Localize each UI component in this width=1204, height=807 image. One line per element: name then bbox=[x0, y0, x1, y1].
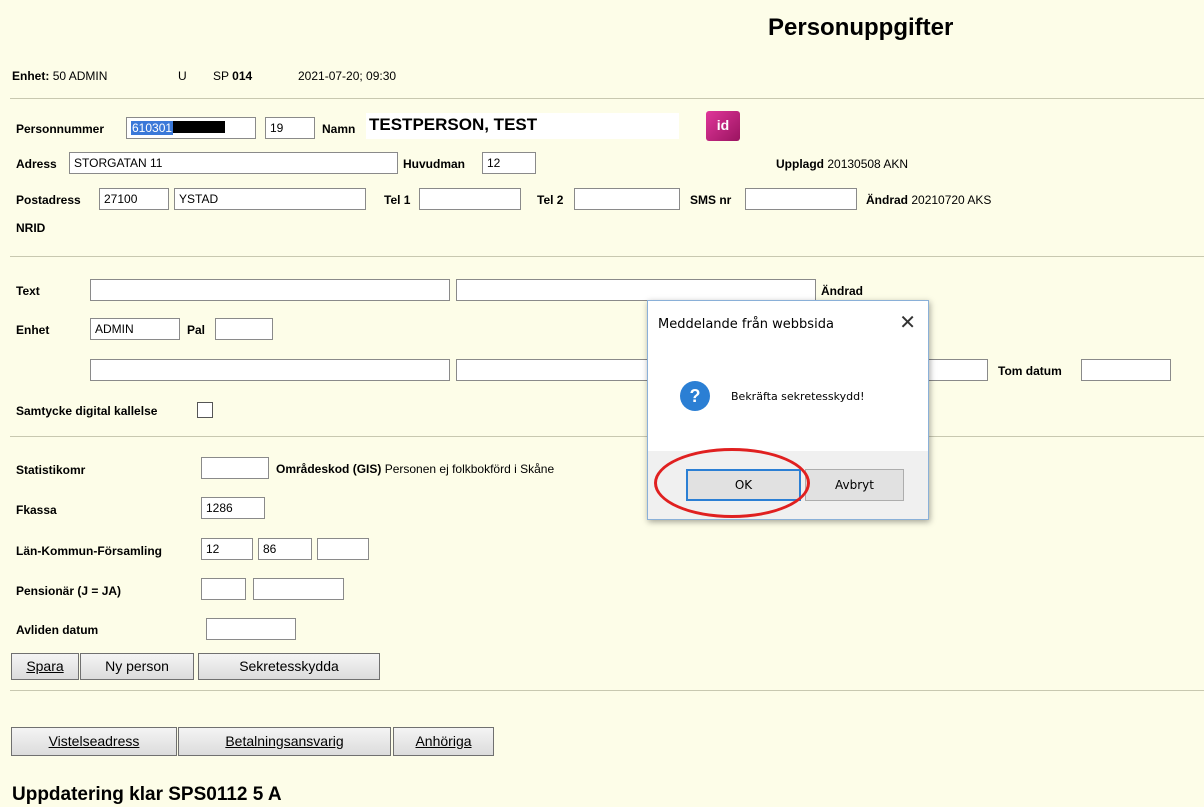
century-field[interactable]: 19 bbox=[265, 117, 315, 139]
ny-person-button[interactable]: Ny person bbox=[80, 653, 194, 680]
ort-field[interactable]: YSTAD bbox=[174, 188, 366, 210]
tel2-label: Tel 2 bbox=[537, 193, 564, 207]
personnummer-label: Personnummer bbox=[16, 122, 105, 136]
personnummer-value: 610301 bbox=[131, 121, 174, 135]
internt-field-1[interactable] bbox=[90, 359, 450, 381]
status-message: Uppdatering klar SPS0112 5 A bbox=[12, 784, 282, 805]
adress-field[interactable]: STORGATAN 11 bbox=[69, 152, 398, 174]
huvudman-label: Huvudman bbox=[403, 157, 466, 171]
andrad-value: 20210720 AKS bbox=[911, 193, 992, 207]
tel1-label: Tel 1 bbox=[384, 193, 411, 207]
namn-value: TESTPERSON, TEST bbox=[369, 115, 538, 134]
sp-value: 014 bbox=[232, 69, 253, 83]
spara-button[interactable]: Spara bbox=[11, 653, 79, 680]
anhoriga-button[interactable]: Anhöriga bbox=[393, 727, 494, 756]
pal-field[interactable] bbox=[215, 318, 273, 340]
notes-andrad-label: Ändrad bbox=[821, 284, 863, 298]
text-label: Text bbox=[16, 284, 40, 298]
sms-field[interactable] bbox=[745, 188, 857, 210]
spara-label: Spara bbox=[26, 658, 64, 674]
andrad-label: Ändrad bbox=[866, 193, 908, 207]
tel2-field[interactable] bbox=[574, 188, 680, 210]
cancel-button[interactable]: Avbryt bbox=[805, 469, 904, 501]
vistelseadress-label: Vistelseadress bbox=[48, 733, 140, 749]
lkf-label: Län-Kommun-Församling bbox=[16, 544, 162, 558]
redaction-block bbox=[173, 121, 226, 133]
statistikomr-label: Statistikomr bbox=[16, 463, 86, 477]
namn-label: Namn bbox=[322, 122, 356, 136]
pensionar-field-1[interactable] bbox=[201, 578, 246, 600]
kommun-field[interactable]: 86 bbox=[258, 538, 312, 560]
sp-label: SP bbox=[213, 69, 229, 83]
question-icon: ? bbox=[680, 381, 710, 411]
sms-label: SMS nr bbox=[690, 193, 732, 207]
nrid-label: NRID bbox=[16, 221, 46, 235]
dialog-title: Meddelande från webbsida bbox=[658, 317, 834, 332]
vistelseadress-button[interactable]: Vistelseadress bbox=[11, 727, 177, 756]
tel1-field[interactable] bbox=[419, 188, 521, 210]
avliden-field[interactable] bbox=[206, 618, 296, 640]
datetime: 2021-07-20; 09:30 bbox=[298, 69, 397, 83]
lan-field[interactable]: 12 bbox=[201, 538, 253, 560]
andrad-info: Ändrad 20210720 AKS bbox=[866, 193, 991, 207]
text-field-2[interactable] bbox=[456, 279, 816, 301]
tom-datum-field[interactable] bbox=[1081, 359, 1171, 381]
pensionar-field-2[interactable] bbox=[253, 578, 344, 600]
omradeskod-value: Personen ej folkbokförd i Skåne bbox=[384, 462, 555, 476]
divider bbox=[10, 690, 1204, 691]
namn-field[interactable]: TESTPERSON, TEST bbox=[366, 113, 679, 139]
samtycke-label: Samtycke digital kallelse bbox=[16, 404, 158, 418]
sekretesskydda-button[interactable]: Sekretesskydda bbox=[198, 653, 380, 680]
betalningsansvarig-button[interactable]: Betalningsansvarig bbox=[178, 727, 391, 756]
enhet-label: Enhet: bbox=[12, 69, 50, 83]
adress-label: Adress bbox=[16, 157, 57, 171]
betalningsansvarig-label: Betalningsansvarig bbox=[225, 733, 344, 749]
samtycke-checkbox[interactable] bbox=[197, 402, 213, 418]
header-info: Enhet: 50 ADMIN bbox=[12, 69, 107, 83]
divider bbox=[10, 98, 1204, 99]
close-icon[interactable]: ✕ bbox=[899, 310, 916, 334]
dialog-footer: OK Avbryt bbox=[648, 451, 928, 519]
avliden-label: Avliden datum bbox=[16, 623, 99, 637]
upplagd-info: Upplagd 20130508 AKN bbox=[776, 157, 908, 171]
fkassa-field[interactable]: 1286 bbox=[201, 497, 265, 519]
dialog-message: Bekräfta sekretesskydd! bbox=[731, 390, 865, 403]
divider bbox=[10, 436, 1204, 437]
omradeskod-info: Områdeskod (GIS) Personen ej folkbokförd… bbox=[276, 462, 554, 476]
confirm-dialog: Meddelande från webbsida ✕ ? Bekräfta se… bbox=[647, 300, 929, 520]
notes-enhet-field[interactable]: ADMIN bbox=[90, 318, 180, 340]
sekretesskydda-label: Sekretesskydda bbox=[239, 658, 339, 674]
forsamling-field[interactable] bbox=[317, 538, 369, 560]
page-title: Personuppgifter bbox=[768, 14, 954, 41]
flag-value: U bbox=[178, 69, 187, 83]
pensionar-label: Pensionär (J = JA) bbox=[16, 584, 122, 598]
ok-button[interactable]: OK bbox=[686, 469, 801, 501]
statistikomr-field[interactable] bbox=[201, 457, 269, 479]
omradeskod-label: Områdeskod (GIS) bbox=[276, 462, 382, 476]
postnr-field[interactable]: 27100 bbox=[99, 188, 169, 210]
anhoriga-label: Anhöriga bbox=[415, 733, 472, 749]
postadress-label: Postadress bbox=[16, 193, 81, 207]
enhet-value: 50 ADMIN bbox=[52, 69, 108, 83]
personnummer-field[interactable]: 610301 bbox=[126, 117, 256, 139]
sp-info: SP 014 bbox=[213, 69, 252, 83]
tom-datum-label: Tom datum bbox=[998, 364, 1062, 378]
ny-person-label: Ny person bbox=[105, 658, 169, 674]
divider bbox=[10, 256, 1204, 257]
notes-enhet-label: Enhet bbox=[16, 323, 50, 337]
fkassa-label: Fkassa bbox=[16, 503, 57, 517]
id-icon[interactable]: id bbox=[706, 111, 740, 141]
upplagd-label: Upplagd bbox=[776, 157, 824, 171]
pal-label: Pal bbox=[187, 323, 206, 337]
text-field-1[interactable] bbox=[90, 279, 450, 301]
huvudman-field[interactable]: 12 bbox=[482, 152, 536, 174]
upplagd-value: 20130508 AKN bbox=[827, 157, 909, 171]
